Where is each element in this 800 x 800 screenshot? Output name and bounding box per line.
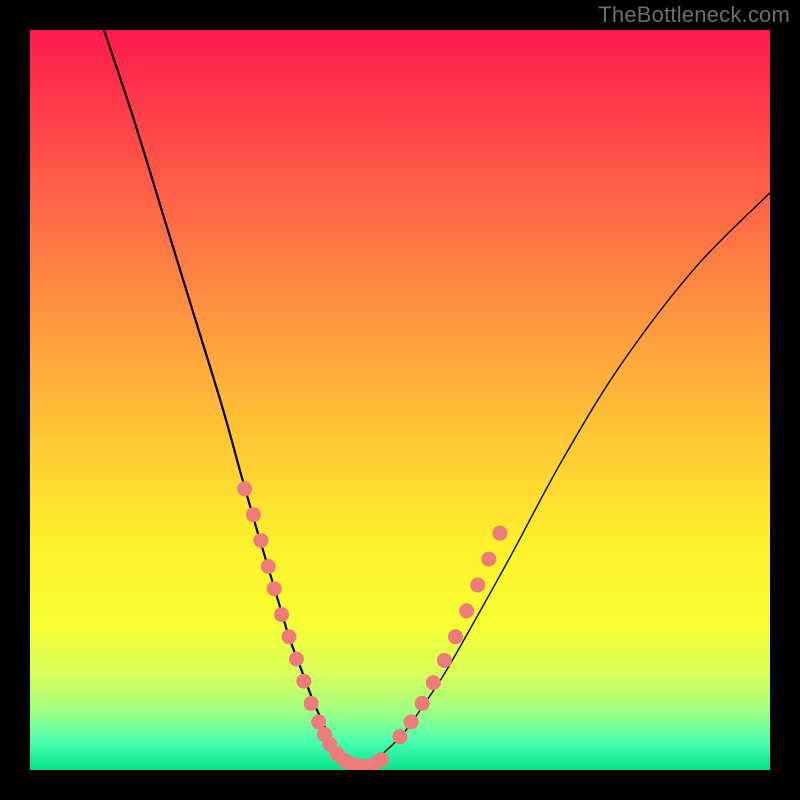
chart-marker	[492, 526, 507, 541]
chart-marker	[374, 752, 389, 767]
chart-curves	[104, 30, 770, 766]
chart-marker	[393, 729, 408, 744]
chart-marker	[296, 674, 311, 689]
chart-marker	[261, 559, 276, 574]
chart-marker	[470, 578, 485, 593]
chart-marker	[448, 629, 463, 644]
chart-marker	[246, 507, 261, 522]
chart-marker	[437, 653, 452, 668]
chart-plot-area	[30, 30, 770, 770]
chart-marker	[404, 714, 419, 729]
chart-marker	[237, 481, 252, 496]
watermark-text: TheBottleneck.com	[598, 2, 790, 28]
chart-marker	[426, 675, 441, 690]
chart-marker	[304, 696, 319, 711]
chart-marker	[481, 552, 496, 567]
chart-curve-left	[104, 30, 356, 766]
chart-marker	[282, 629, 297, 644]
chart-marker	[253, 533, 268, 548]
chart-marker	[289, 652, 304, 667]
chart-curve-right	[356, 193, 770, 767]
chart-marker	[459, 603, 474, 618]
chart-svg	[30, 30, 770, 770]
chart-markers	[237, 481, 507, 770]
chart-marker	[274, 607, 289, 622]
chart-marker	[267, 581, 282, 596]
chart-marker	[415, 696, 430, 711]
